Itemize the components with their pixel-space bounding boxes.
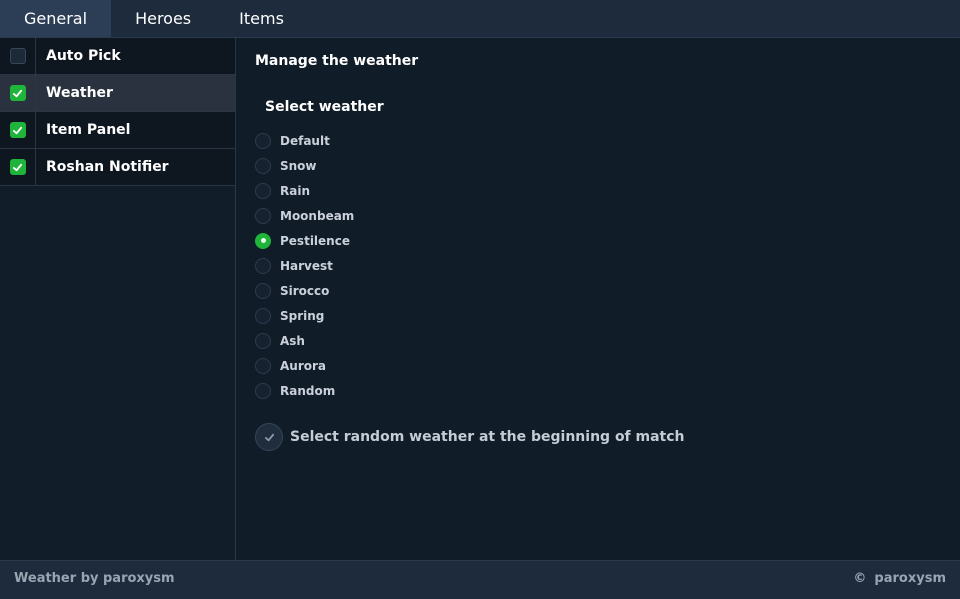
radio-option-snow[interactable]: Snow bbox=[255, 153, 354, 178]
weather-radio-group: Default Snow Rain Moonbeam Pestilence Ha… bbox=[255, 128, 354, 403]
auto-pick-checkbox[interactable] bbox=[9, 48, 26, 64]
checkbox-cell bbox=[0, 38, 36, 74]
sidebar-item-roshan-notifier[interactable]: Roshan Notifier bbox=[0, 149, 235, 186]
radio-option-sirocco[interactable]: Sirocco bbox=[255, 278, 354, 303]
radio-button[interactable] bbox=[255, 357, 271, 374]
radio-label: Spring bbox=[280, 308, 325, 323]
sidebar-item-label: Item Panel bbox=[46, 122, 131, 138]
radio-option-harvest[interactable]: Harvest bbox=[255, 253, 354, 278]
radio-button[interactable] bbox=[255, 182, 271, 199]
radio-label: Rain bbox=[280, 183, 310, 198]
sidebar: Auto Pick Weather Item Panel Roshan Noti… bbox=[0, 38, 236, 560]
copyright-icon: © bbox=[853, 571, 867, 586]
radio-label: Moonbeam bbox=[280, 208, 355, 223]
check-icon bbox=[12, 89, 23, 97]
radio-option-pestilence[interactable]: Pestilence bbox=[255, 228, 354, 253]
sidebar-item-label: Roshan Notifier bbox=[46, 159, 169, 175]
check-icon bbox=[264, 433, 274, 441]
weather-checkbox[interactable] bbox=[9, 85, 26, 101]
radio-label: Pestilence bbox=[280, 233, 350, 248]
radio-label: Default bbox=[280, 133, 330, 148]
radio-button[interactable] bbox=[255, 282, 271, 299]
radio-button[interactable] bbox=[255, 332, 271, 349]
checkbox-cell bbox=[0, 112, 36, 148]
sidebar-item-auto-pick[interactable]: Auto Pick bbox=[0, 38, 235, 75]
main-panel: Manage the weather Select weather Defaul… bbox=[237, 38, 960, 560]
sidebar-item-label: Auto Pick bbox=[46, 48, 121, 64]
checkbox-cell bbox=[0, 75, 36, 111]
radio-button[interactable] bbox=[255, 257, 271, 274]
checkbox-cell bbox=[0, 149, 36, 185]
radio-button[interactable] bbox=[255, 382, 271, 399]
tab-heroes[interactable]: Heroes bbox=[111, 0, 215, 37]
tab-items[interactable]: Items bbox=[215, 0, 308, 37]
radio-option-rain[interactable]: Rain bbox=[255, 178, 354, 203]
roshan-notifier-checkbox[interactable] bbox=[9, 159, 26, 175]
random-weather-label: Select random weather at the beginning o… bbox=[290, 429, 685, 445]
radio-button-selected[interactable] bbox=[255, 232, 271, 249]
check-icon bbox=[12, 163, 23, 171]
radio-label: Snow bbox=[280, 158, 317, 173]
radio-option-moonbeam[interactable]: Moonbeam bbox=[255, 203, 354, 228]
random-weather-toggle[interactable]: Select random weather at the beginning o… bbox=[255, 423, 685, 451]
sidebar-item-weather[interactable]: Weather bbox=[0, 75, 235, 112]
section-title: Select weather bbox=[265, 99, 384, 115]
radio-option-aurora[interactable]: Aurora bbox=[255, 353, 354, 378]
random-weather-checkbox[interactable] bbox=[255, 423, 283, 451]
radio-label: Harvest bbox=[280, 258, 333, 273]
radio-option-random[interactable]: Random bbox=[255, 378, 354, 403]
radio-label: Sirocco bbox=[280, 283, 330, 298]
page-title: Manage the weather bbox=[255, 53, 419, 69]
radio-button[interactable] bbox=[255, 207, 271, 224]
tab-bar: General Heroes Items bbox=[0, 0, 960, 38]
radio-button[interactable] bbox=[255, 307, 271, 324]
sidebar-item-label: Weather bbox=[46, 85, 113, 101]
radio-label: Aurora bbox=[280, 358, 327, 373]
radio-label: Ash bbox=[280, 333, 305, 348]
check-icon bbox=[12, 126, 23, 134]
footer-copyright: © paroxysm bbox=[853, 571, 946, 586]
radio-option-ash[interactable]: Ash bbox=[255, 328, 354, 353]
radio-button[interactable] bbox=[255, 157, 271, 174]
radio-option-default[interactable]: Default bbox=[255, 128, 354, 153]
footer-author: paroxysm bbox=[874, 571, 946, 586]
footer: Weather by paroxysm © paroxysm bbox=[0, 560, 960, 599]
sidebar-item-item-panel[interactable]: Item Panel bbox=[0, 112, 235, 149]
radio-button[interactable] bbox=[255, 132, 271, 149]
item-panel-checkbox[interactable] bbox=[9, 122, 26, 138]
radio-option-spring[interactable]: Spring bbox=[255, 303, 354, 328]
radio-label: Random bbox=[280, 383, 336, 398]
tab-general[interactable]: General bbox=[0, 0, 112, 37]
footer-credit: Weather by paroxysm bbox=[14, 571, 175, 586]
